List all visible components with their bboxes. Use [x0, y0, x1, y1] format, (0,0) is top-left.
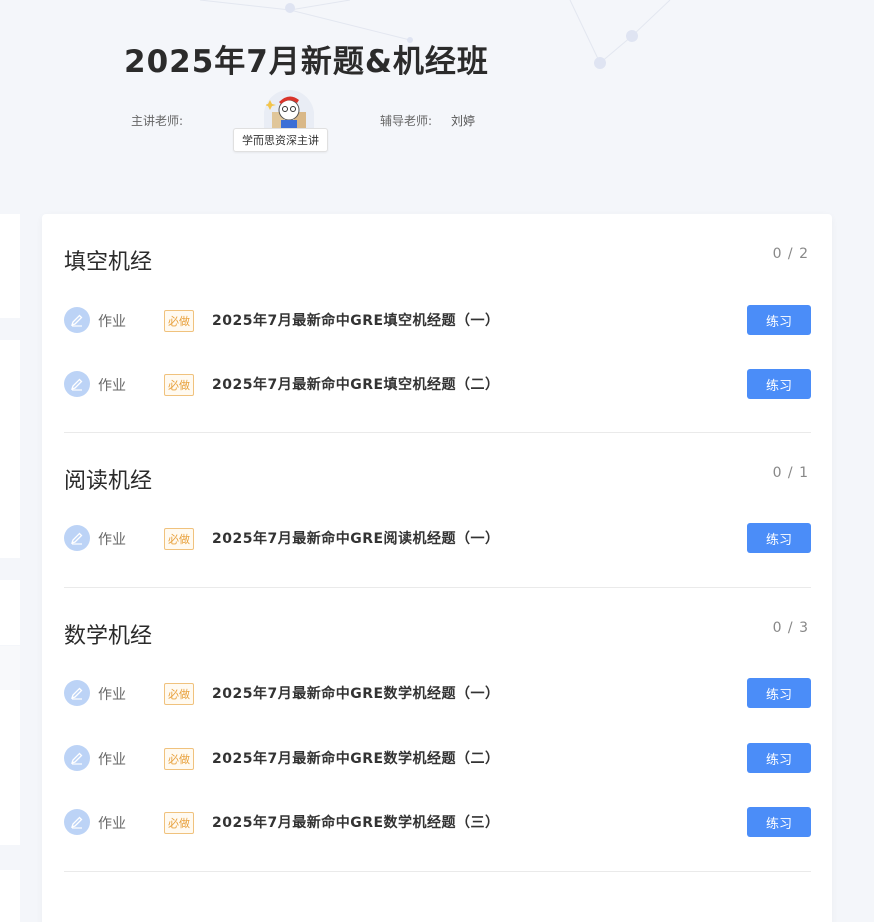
practice-button[interactable]: 练习	[747, 678, 811, 708]
teacher-label: 主讲老师:	[131, 114, 184, 128]
section-title: 阅读机经	[64, 469, 153, 494]
section-progress: 0 / 2	[772, 246, 809, 262]
section-divider	[64, 871, 811, 872]
item-type-label: 作业	[98, 314, 126, 330]
item-title[interactable]: 2025年7月最新命中GRE阅读机经题（一）	[212, 528, 500, 548]
left-panel-card	[0, 580, 20, 645]
required-badge: 必做	[164, 683, 194, 705]
section-divider	[64, 432, 811, 433]
course-header: 2025年7月新题&机经班 主讲老师: 学而思资深主讲 辅导老师: 刘婷	[0, 0, 874, 200]
pencil-icon	[64, 809, 90, 835]
left-panel-card	[0, 646, 20, 690]
practice-button[interactable]: 练习	[747, 523, 811, 553]
practice-button[interactable]: 练习	[747, 807, 811, 837]
item-title[interactable]: 2025年7月最新命中GRE数学机经题（一）	[212, 683, 500, 703]
course-title: 2025年7月新题&机经班	[124, 44, 489, 80]
left-panel-card	[0, 340, 20, 558]
left-panel-card	[0, 214, 20, 318]
left-panel-card	[0, 690, 20, 845]
section-progress: 0 / 1	[772, 465, 809, 481]
item-title[interactable]: 2025年7月最新命中GRE数学机经题（二）	[212, 748, 500, 768]
list-item[interactable]: 作业 必做 2025年7月最新命中GRE填空机经题（一） 练习	[64, 304, 811, 336]
item-type-label: 作业	[98, 752, 126, 768]
section-title: 填空机经	[64, 250, 153, 275]
list-item[interactable]: 作业 必做 2025年7月最新命中GRE数学机经题（二） 练习	[64, 742, 811, 774]
practice-button[interactable]: 练习	[747, 305, 811, 335]
required-badge: 必做	[164, 748, 194, 770]
pencil-icon	[64, 745, 90, 771]
item-title[interactable]: 2025年7月最新命中GRE填空机经题（二）	[212, 374, 500, 394]
tutor-label: 辅导老师:	[380, 114, 433, 128]
teacher-tag: 学而思资深主讲	[233, 128, 328, 152]
practice-button[interactable]: 练习	[747, 743, 811, 773]
item-title[interactable]: 2025年7月最新命中GRE数学机经题（三）	[212, 812, 500, 832]
required-badge: 必做	[164, 528, 194, 550]
pencil-icon	[64, 371, 90, 397]
pencil-icon	[64, 525, 90, 551]
item-type-label: 作业	[98, 816, 126, 832]
required-badge: 必做	[164, 374, 194, 396]
section-progress: 0 / 3	[772, 620, 809, 636]
required-badge: 必做	[164, 812, 194, 834]
required-badge: 必做	[164, 310, 194, 332]
list-item[interactable]: 作业 必做 2025年7月最新命中GRE填空机经题（二） 练习	[64, 368, 811, 400]
item-title[interactable]: 2025年7月最新命中GRE填空机经题（一）	[212, 310, 500, 330]
list-item[interactable]: 作业 必做 2025年7月最新命中GRE数学机经题（一） 练习	[64, 677, 811, 709]
item-type-label: 作业	[98, 687, 126, 703]
list-item[interactable]: 作业 必做 2025年7月最新命中GRE阅读机经题（一） 练习	[64, 522, 811, 554]
pencil-icon	[64, 307, 90, 333]
list-item[interactable]: 作业 必做 2025年7月最新命中GRE数学机经题（三） 练习	[64, 806, 811, 838]
practice-button[interactable]: 练习	[747, 369, 811, 399]
pencil-icon	[64, 680, 90, 706]
section-divider	[64, 587, 811, 588]
item-type-label: 作业	[98, 532, 126, 548]
left-panel-card	[0, 870, 20, 922]
section-title: 数学机经	[64, 624, 153, 649]
item-type-label: 作业	[98, 378, 126, 394]
tutor-name: 刘婷	[451, 114, 476, 128]
course-content-card: 填空机经 0 / 2 作业 必做 2025年7月最新命中GRE填空机经题（一） …	[42, 214, 832, 922]
